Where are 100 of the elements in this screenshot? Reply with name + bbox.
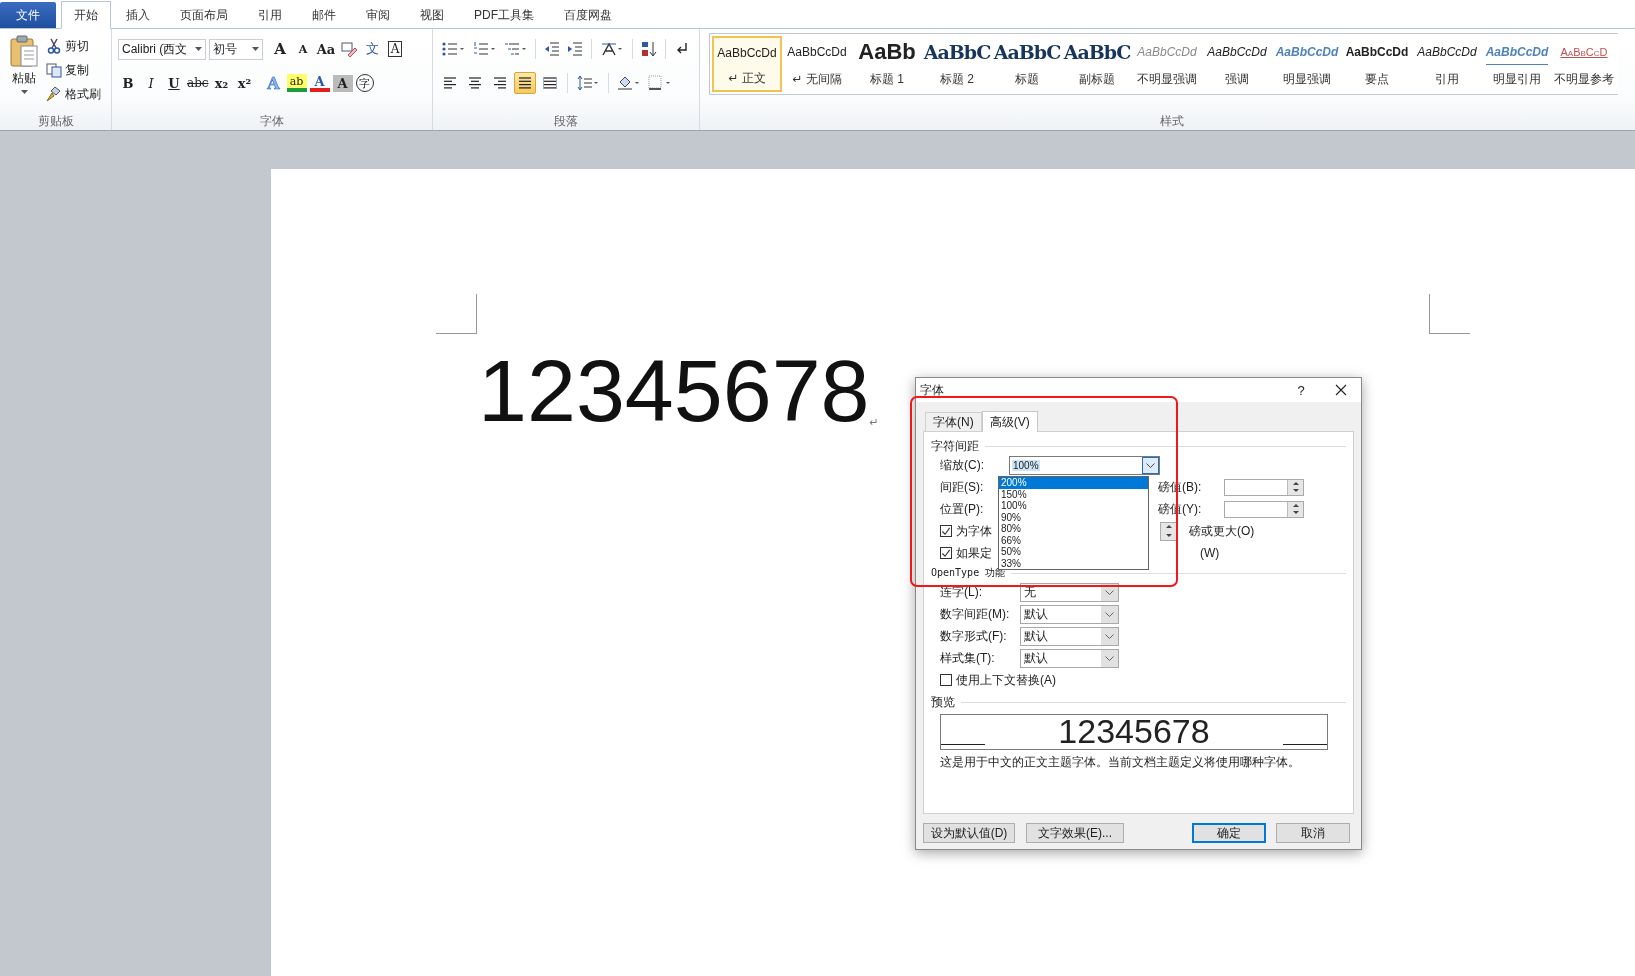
clipboard-action[interactable]: 剪切 [46,36,101,56]
numbered-list-icon [473,41,495,57]
borders-icon [648,75,672,91]
font-format-button[interactable]: B [118,72,138,94]
section-title: 字符间距 [931,437,979,455]
ribbon-tab[interactable]: 审阅 [351,2,405,28]
paint-bucket-icon [617,75,641,91]
field-label: 数字间距(M): [940,605,1011,623]
font-format-button[interactable]: A [332,74,353,92]
dropdown-field[interactable]: 默认 [1020,626,1119,646]
dialog-tab[interactable]: 字体(N) [925,412,982,431]
font-format-button[interactable]: U [164,72,184,94]
chevron-down-icon [1105,589,1114,595]
bullet-list-icon [442,41,464,57]
font-format-button[interactable]: A [309,74,330,92]
font-format-button[interactable]: 文 [362,38,382,60]
eraser-icon [340,41,358,57]
caret-icon [195,47,202,51]
align-icon [468,76,482,90]
points-field[interactable] [1224,500,1304,518]
ribbon-tab[interactable]: 插入 [111,2,165,28]
checkbox-label: 如果定 [956,544,992,562]
ribbon-tab[interactable]: 页面布局 [165,2,243,28]
font-format-button[interactable]: A [293,38,313,60]
ribbon-tab[interactable]: 视图 [405,2,459,28]
style-item[interactable]: AaBbCcDd 明显强调 [1272,36,1342,92]
multilevel-list-icon [504,41,526,57]
font-format-button[interactable]: x² [234,72,255,94]
paste-button[interactable]: 粘贴 [8,33,40,112]
dialog-button[interactable]: 确定 [1192,823,1266,843]
style-item[interactable]: AaBbCcDd 强调 [1202,36,1272,92]
caret-icon [20,90,28,94]
dialog-button[interactable]: 文字效果(E)... [1026,823,1124,843]
style-item[interactable]: AaBbCcDd ↵ 正文 [712,36,782,92]
scale-option[interactable]: 200% [999,477,1148,489]
ribbon-tab[interactable]: PDF工具集 [459,2,549,28]
font-name-field[interactable]: Calibri (西文 [118,38,206,60]
align-icon [443,76,457,90]
brush-icon [46,86,62,102]
sort-icon [641,41,657,57]
scale-option[interactable]: 100% [999,500,1148,512]
style-item[interactable]: AaBbC 标题 2 [922,36,992,92]
field-label: 缩放(C): [940,456,985,474]
checkbox-label: (W) [1200,546,1220,560]
font-format-button[interactable]: ab [286,74,307,92]
scale-option[interactable]: 66% [999,534,1148,546]
style-item[interactable]: AaBbCcD 不明显参考 [1552,36,1616,92]
font-format-button[interactable]: A [270,38,290,60]
scale-option[interactable]: 150% [999,488,1148,500]
style-item[interactable]: AaBbC 标题 [992,36,1062,92]
preview-note: 这是用于中文的正文主题字体。当前文档主题定义将使用哪种字体。 [939,754,1301,771]
clipboard-action[interactable]: 格式刷 [46,84,101,104]
dialog-tab[interactable]: 高级(V) [981,411,1038,432]
clipboard-action[interactable]: 复制 [46,60,101,80]
crop-mark [1429,294,1470,334]
scale-option[interactable]: 90% [999,511,1148,523]
font-size-field[interactable]: 初号 [209,38,263,60]
ribbon-tab[interactable]: 百度网盘 [549,2,627,28]
align-button[interactable] [514,72,536,94]
style-item[interactable]: AaBbCcDd ↵ 无间隔 [782,36,852,92]
scale-dropdown[interactable]: 100% [1009,455,1160,475]
scale-option[interactable]: 33% [999,557,1148,569]
align-icon [543,76,557,90]
font-format-button[interactable]: Aa [316,38,336,60]
align-icon [518,76,532,90]
style-item[interactable]: AaBbC 副标题 [1062,36,1132,92]
style-item[interactable]: AaBbCcDd 明显引用 [1482,36,1552,92]
scale-option[interactable]: 80% [999,523,1148,535]
dialog-button[interactable]: 设为默认值(D) [923,823,1015,843]
ribbon-tab[interactable]: 邮件 [297,2,351,28]
style-item[interactable]: AaBb 标题 1 [852,36,922,92]
points-field[interactable] [1224,478,1304,496]
copy-icon [46,62,62,78]
indent-icon [567,41,583,57]
group-label: 字体 [260,112,284,130]
dialog-button[interactable]: 取消 [1276,823,1350,843]
preview-text: 12345678 [1058,715,1210,748]
checkbox[interactable] [940,525,952,537]
scale-option[interactable]: 50% [999,546,1148,558]
dropdown-field[interactable]: 默认 [1020,648,1119,668]
close-icon [1335,384,1347,396]
checkbox[interactable] [940,674,952,686]
font-format-button[interactable]: abc [187,72,209,94]
font-format-button[interactable]: I [141,72,161,94]
font-format-button[interactable]: A [388,41,402,57]
checkmark-icon [941,525,951,537]
ribbon-tab[interactable]: 文件 [0,2,56,28]
font-format-button[interactable]: x₂ [211,72,232,94]
dropdown-field[interactable]: 默认 [1020,604,1119,624]
style-item[interactable]: AaBbCcDd 要点 [1342,36,1412,92]
outdent-icon [544,41,560,57]
style-item[interactable]: AaBbCcDd 不明显强调 [1132,36,1202,92]
text-layout-icon [601,41,623,57]
help-button[interactable]: ? [1281,378,1321,402]
style-item[interactable]: AaBbCcDd 引用 [1412,36,1482,92]
crop-mark [436,294,477,334]
ribbon-tab[interactable]: 引用 [243,2,297,28]
ribbon-tab[interactable]: 开始 [61,1,111,29]
checkmark-icon [941,547,951,559]
checkbox[interactable] [940,547,952,559]
